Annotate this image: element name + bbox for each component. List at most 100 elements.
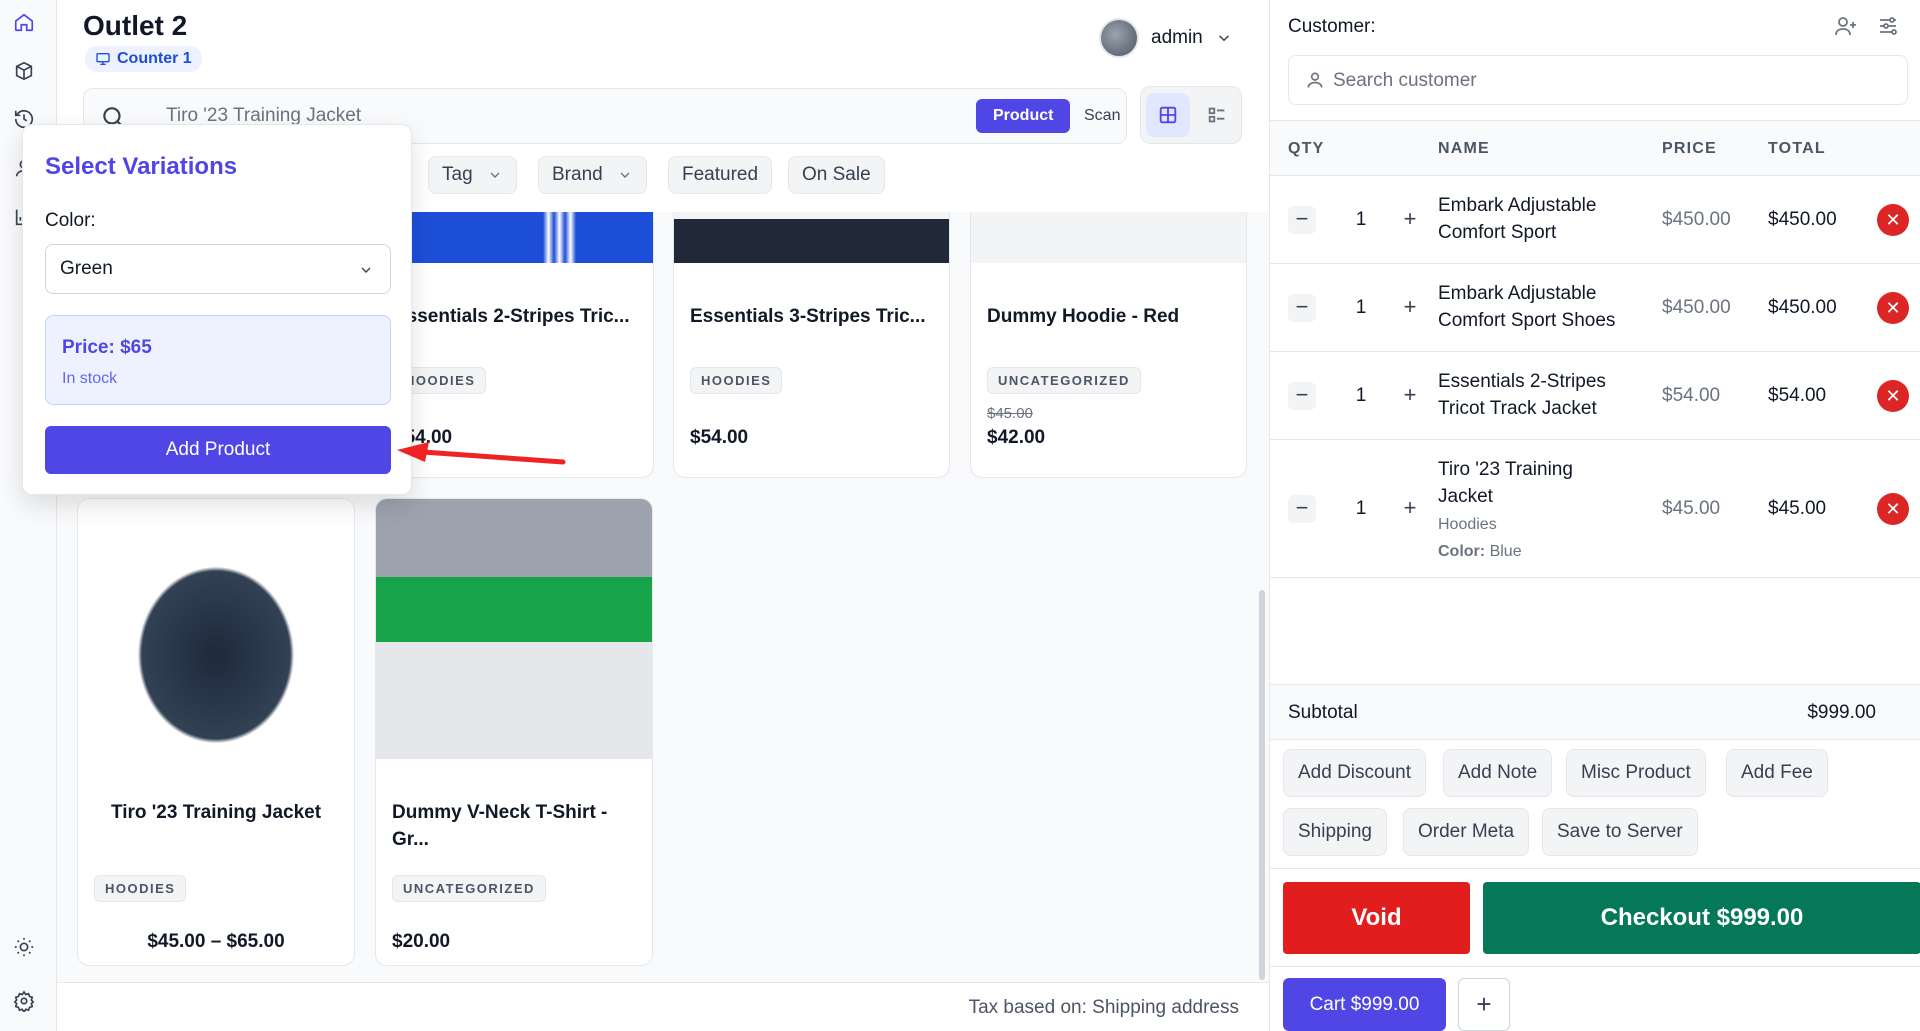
- decrease-qty-button[interactable]: −: [1288, 206, 1316, 234]
- col-price: PRICE: [1662, 140, 1717, 157]
- price-box: Price: $65 In stock: [45, 315, 391, 405]
- remove-item-button[interactable]: ✕: [1877, 204, 1909, 236]
- product-image: [674, 212, 949, 263]
- item-total: $450.00: [1768, 297, 1837, 318]
- sun-icon[interactable]: [13, 936, 35, 958]
- item-attribute: Color: Blue: [1438, 543, 1522, 561]
- filter-tag-label: Tag: [442, 164, 473, 185]
- scrollbar[interactable]: [1259, 590, 1265, 980]
- product-name: Essentials 2-Stripes Tric...: [394, 306, 630, 327]
- monitor-icon: [96, 53, 110, 65]
- shipping-button[interactable]: Shipping: [1283, 808, 1387, 856]
- product-image: [78, 499, 354, 759]
- add-user-icon[interactable]: [1834, 14, 1858, 38]
- item-name[interactable]: Essentials 2-Stripes Tricot Track Jacket: [1438, 368, 1638, 422]
- product-mode-button[interactable]: Product: [976, 99, 1071, 133]
- list-view-icon[interactable]: [1195, 93, 1239, 137]
- remove-item-button[interactable]: ✕: [1877, 292, 1909, 324]
- remove-item-button[interactable]: ✕: [1877, 380, 1909, 412]
- save-to-server-button[interactable]: Save to Server: [1542, 808, 1698, 856]
- order-meta-button[interactable]: Order Meta: [1403, 808, 1530, 856]
- decrease-qty-button[interactable]: −: [1288, 294, 1316, 322]
- increase-qty-button[interactable]: +: [1396, 382, 1424, 410]
- user-menu[interactable]: admin: [1099, 18, 1233, 58]
- product-image: [376, 499, 652, 759]
- product-card[interactable]: Dummy V-Neck T-Shirt - Gr... UNCATEGORIZ…: [375, 498, 653, 966]
- subtotal-row: Subtotal $999.00: [1270, 684, 1920, 740]
- col-total: TOTAL: [1768, 140, 1826, 157]
- filter-featured-label: Featured: [682, 164, 759, 185]
- product-card[interactable]: Dummy Hoodie - Red UNCATEGORIZED $45.00 …: [970, 212, 1247, 478]
- product-card[interactable]: Tiro '23 Training Jacket HOODIES $45.00 …: [77, 498, 355, 966]
- customer-label: Customer:: [1288, 16, 1376, 37]
- settings-icon[interactable]: [13, 990, 35, 1014]
- outlet-title: Outlet 2: [83, 10, 188, 41]
- add-product-button[interactable]: Add Product: [45, 426, 391, 474]
- add-discount-button[interactable]: Add Discount: [1283, 749, 1427, 797]
- product-price: $54.00: [690, 427, 749, 448]
- increase-qty-button[interactable]: +: [1396, 495, 1424, 523]
- item-name[interactable]: Embark Adjustable Comfort Sport: [1438, 192, 1638, 246]
- product-price: $20.00: [392, 931, 451, 952]
- home-icon[interactable]: [13, 11, 35, 33]
- customer-search-input[interactable]: Search customer: [1333, 70, 1477, 92]
- chevron-down-icon: [1218, 35, 1229, 42]
- filter-tag[interactable]: Tag: [428, 156, 517, 194]
- customer-search[interactable]: Search customer: [1288, 55, 1908, 105]
- misc-product-button[interactable]: Misc Product: [1566, 749, 1706, 797]
- product-category: UNCATEGORIZED: [392, 875, 546, 902]
- cart-table-header: QTY NAME PRICE TOTAL: [1270, 120, 1920, 176]
- popover-title: Select Variations: [45, 153, 238, 180]
- cart-tab[interactable]: Cart $999.00: [1283, 978, 1446, 1031]
- item-total: $450.00: [1768, 209, 1837, 230]
- item-name[interactable]: Tiro '23 Training Jacket: [1438, 456, 1588, 510]
- box-icon[interactable]: [13, 60, 35, 82]
- void-button[interactable]: Void: [1283, 882, 1470, 954]
- checkout-button[interactable]: Checkout $999.00: [1483, 882, 1920, 954]
- counter-label: Counter 1: [117, 50, 192, 67]
- product-category: UNCATEGORIZED: [987, 367, 1141, 394]
- product-card[interactable]: Essentials 3-Stripes Tric... HOODIES $54…: [673, 212, 950, 478]
- qty-value[interactable]: 1: [1346, 297, 1376, 319]
- product-name: Tiro '23 Training Jacket: [110, 802, 322, 823]
- grid-view-icon[interactable]: [1146, 93, 1190, 137]
- filter-featured[interactable]: Featured: [668, 156, 773, 194]
- user-icon: [1307, 72, 1323, 88]
- remove-item-button[interactable]: ✕: [1877, 493, 1909, 525]
- qty-value[interactable]: 1: [1346, 209, 1376, 231]
- chevron-down-icon: [620, 172, 630, 178]
- item-name[interactable]: Embark Adjustable Comfort Sport Shoes: [1438, 280, 1638, 334]
- tax-note: Tax based on: Shipping address: [968, 997, 1239, 1018]
- cart-panel: Customer: Search customer QTY NAME PRICE…: [1269, 0, 1920, 1031]
- decrease-qty-button[interactable]: −: [1288, 382, 1316, 410]
- product-category: HOODIES: [690, 367, 783, 394]
- increase-qty-button[interactable]: +: [1396, 206, 1424, 234]
- add-note-button[interactable]: Add Note: [1443, 749, 1553, 797]
- add-cart-button[interactable]: +: [1458, 978, 1510, 1031]
- item-price: $45.00: [1662, 498, 1721, 519]
- product-card[interactable]: Essentials 2-Stripes Tric... HOODIES $54…: [377, 212, 654, 478]
- attr-value: Blue: [1489, 543, 1522, 560]
- qty-value[interactable]: 1: [1346, 385, 1376, 407]
- counter-badge: Counter 1: [85, 46, 202, 72]
- filter-brand[interactable]: Brand: [538, 156, 647, 194]
- item-category: Hoodies: [1438, 516, 1497, 533]
- qty-value[interactable]: 1: [1346, 498, 1376, 520]
- filter-on-sale[interactable]: On Sale: [788, 156, 885, 194]
- product-name: Essentials 3-Stripes Tric...: [690, 306, 926, 327]
- cart-row: − 1 + Essentials 2-Stripes Tricot Track …: [1270, 352, 1920, 440]
- color-select[interactable]: Green: [45, 244, 391, 294]
- scan-mode-button[interactable]: Scan: [1074, 99, 1130, 133]
- increase-qty-button[interactable]: +: [1396, 294, 1424, 322]
- sliders-icon[interactable]: [1876, 14, 1900, 38]
- product-category: HOODIES: [94, 875, 187, 902]
- product-price: $45.00 – $65.00: [147, 931, 285, 952]
- decrease-qty-button[interactable]: −: [1288, 495, 1316, 523]
- cart-row: − 1 + Embark Adjustable Comfort Sport Sh…: [1270, 264, 1920, 352]
- view-switcher: [1140, 86, 1242, 144]
- item-price: $450.00: [1662, 297, 1731, 318]
- subtotal-value: $999.00: [1807, 702, 1876, 723]
- add-fee-button[interactable]: Add Fee: [1726, 749, 1828, 797]
- col-name: NAME: [1438, 140, 1490, 157]
- filter-on-sale-label: On Sale: [802, 164, 871, 185]
